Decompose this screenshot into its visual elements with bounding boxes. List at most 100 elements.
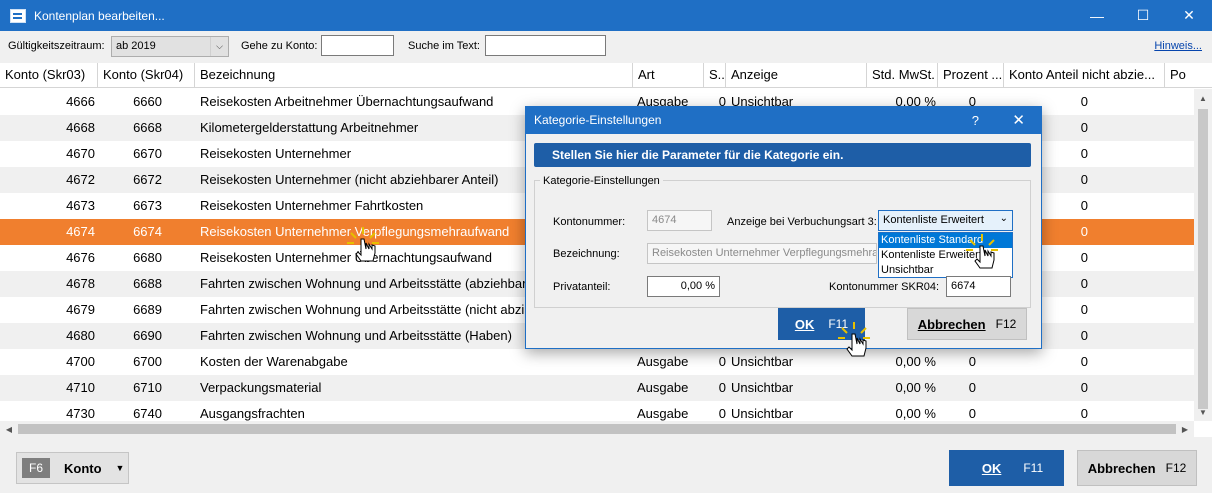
cell-skr03: 4676 [66,250,95,265]
cell-art: Ausgabe [637,354,689,369]
col-header-std-mwst[interactable]: Std. MwSt. [867,63,938,88]
dialog-title: Kategorie-Einstellungen [534,113,662,127]
scroll-left-icon[interactable]: ◀ [0,421,18,437]
cell-skr03: 4673 [66,198,95,213]
search-label: Suche im Text: [408,40,480,52]
cell-s: 0 [718,380,726,395]
cell-skr04: 6674 [133,224,162,239]
col-header-art[interactable]: Art [633,63,704,88]
kontonummer-field[interactable]: 4674 [647,210,712,231]
close-icon[interactable]: ✕ [1166,0,1212,31]
help-icon[interactable]: ? [972,107,979,134]
konto-key: F6 [22,458,50,478]
cell-bez: Kosten der Warenabgabe [200,354,348,369]
dialog-titlebar: Kategorie-Einstellungen ? ✕ [526,107,1041,134]
kontonummer-label: Kontonummer: [553,216,626,228]
window-titlebar: Kontenplan bearbeiten... — ☐ ✕ [0,0,1212,31]
cancel-button[interactable]: Abbrechen F12 [1077,450,1197,486]
vertical-scrollbar[interactable]: ▲ ▼ [1194,89,1212,421]
anzeige-dropdown-list: Kontenliste Standard Kontenliste Erweite… [878,232,1013,278]
ok-label: OK [981,460,1002,476]
cell-art: Ausgabe [637,380,689,395]
hscroll-thumb[interactable] [18,424,1176,434]
table-row[interactable]: 4710 6710 Verpackungsmaterial Ausgabe 0 Unsic… [0,375,1194,401]
hint-link[interactable]: Hinweis... [1154,40,1202,52]
cell-skr04: 6689 [133,302,162,317]
toolbar: Gültigkeitszeitraum: ab 2019 ⌵ Gehe zu K… [0,31,1212,61]
skr04-field[interactable]: 6674 [946,276,1011,297]
cell-prozent: 0 [968,354,976,369]
grid-header: Konto (Skr03) Konto (Skr04) Bezeichnung … [0,63,1212,88]
col-header-po[interactable]: Po [1165,63,1212,88]
konto-menu-button[interactable]: F6 Konto ▼ [16,452,129,484]
cell-anzeige: Unsichtbar [731,380,794,395]
dialog-close-icon[interactable]: ✕ [1012,107,1025,134]
privat-label: Privatanteil: [553,281,611,293]
col-header-bezeichnung[interactable]: Bezeichnung [195,63,633,88]
scroll-down-icon[interactable]: ▼ [1194,403,1212,421]
dialog-banner: Stellen Sie hier die Parameter für die K… [534,143,1031,167]
bezeichnung-label: Bezeichnung: [553,248,620,260]
ok-button[interactable]: OK F11 [949,450,1064,486]
col-header-s[interactable]: S... [704,63,726,88]
anzeige-select[interactable]: Kontenliste Erweitert ⌄ [878,210,1013,231]
dialog-ok-label: OK [794,316,815,332]
bezeichnung-field[interactable]: Reisekosten Unternehmer Verpflegungsmehr… [647,243,877,264]
cell-skr04: 6660 [133,94,162,109]
cell-mwst: 0,00 % [895,354,936,369]
dialog-cancel-button[interactable]: Abbrechen F12 [907,308,1027,340]
cancel-key: F12 [1165,461,1187,475]
cell-skr03: 4674 [66,224,95,239]
cell-skr03: 4710 [66,380,95,395]
goto-account-input[interactable] [321,35,394,56]
scroll-thumb[interactable] [1198,109,1208,409]
search-text-input[interactable] [485,35,606,56]
cell-skr03: 4670 [66,146,95,161]
col-header-prozent[interactable]: Prozent ... [938,63,1004,88]
scroll-right-icon[interactable]: ▶ [1176,421,1194,437]
cell-skr04: 6690 [133,328,162,343]
col-header-konto-anteil[interactable]: Konto Anteil nicht abzie... [1004,63,1165,88]
scroll-up-icon[interactable]: ▲ [1194,89,1212,107]
cell-bez: Verpackungsmaterial [200,380,322,395]
col-header-skr04[interactable]: Konto (Skr04) [98,63,195,88]
anzeige-value: Kontenliste Erweitert [883,214,984,226]
app-icon [10,8,26,23]
dialog-ok-button[interactable]: OK F11 [778,308,865,340]
cell-anteil: 0 [1080,380,1088,395]
validity-select[interactable]: ab 2019 ⌵ [111,36,229,57]
cell-skr03: 4672 [66,172,95,187]
cell-prozent: 0 [968,380,976,395]
goto-label: Gehe zu Konto: [241,40,318,52]
cell-skr03: 4680 [66,328,95,343]
window-title: Kontenplan bearbeiten... [34,8,165,23]
minimize-icon[interactable]: — [1074,0,1120,31]
cell-anzeige: Unsichtbar [731,354,794,369]
ok-key: F11 [1023,461,1044,475]
chevron-down-icon[interactable]: ⌄ [1000,213,1008,224]
dialog-cancel-label: Abbrechen [917,316,986,332]
table-row[interactable]: 4700 6700 Kosten der Warenabgabe Ausgabe 0 Un… [0,349,1194,375]
cell-skr04: 6668 [133,120,162,135]
anzeige-label: Anzeige bei Verbuchungsart 3: [727,216,877,228]
cell-anteil: 0 [1080,354,1088,369]
cell-skr03: 4679 [66,302,95,317]
cell-skr04: 6680 [133,250,162,265]
validity-value: ab 2019 [116,40,156,52]
col-header-skr03[interactable]: Konto (Skr03) [0,63,98,88]
dropdown-option[interactable]: Kontenliste Erweitert [879,248,1012,263]
chevron-down-icon[interactable]: ⌵ [210,37,228,56]
dropdown-option[interactable]: Kontenliste Standard [879,233,1012,248]
horizontal-scrollbar[interactable]: ◀ ▶ [0,421,1194,437]
cell-skr04: 6672 [133,172,162,187]
maximize-icon[interactable]: ☐ [1120,0,1166,31]
cell-skr04: 6670 [133,146,162,161]
footer: F6 Konto ▼ OK F11 Abbrechen F12 [0,437,1212,493]
privat-field[interactable]: 0,00 % [647,276,720,297]
skr04-label: Kontonummer SKR04: [829,281,940,293]
cell-skr03: 4700 [66,354,95,369]
col-header-anzeige[interactable]: Anzeige [726,63,867,88]
cell-skr03: 4668 [66,120,95,135]
konto-label: Konto [64,460,102,476]
validity-label: Gültigkeitszeitraum: [8,40,105,52]
